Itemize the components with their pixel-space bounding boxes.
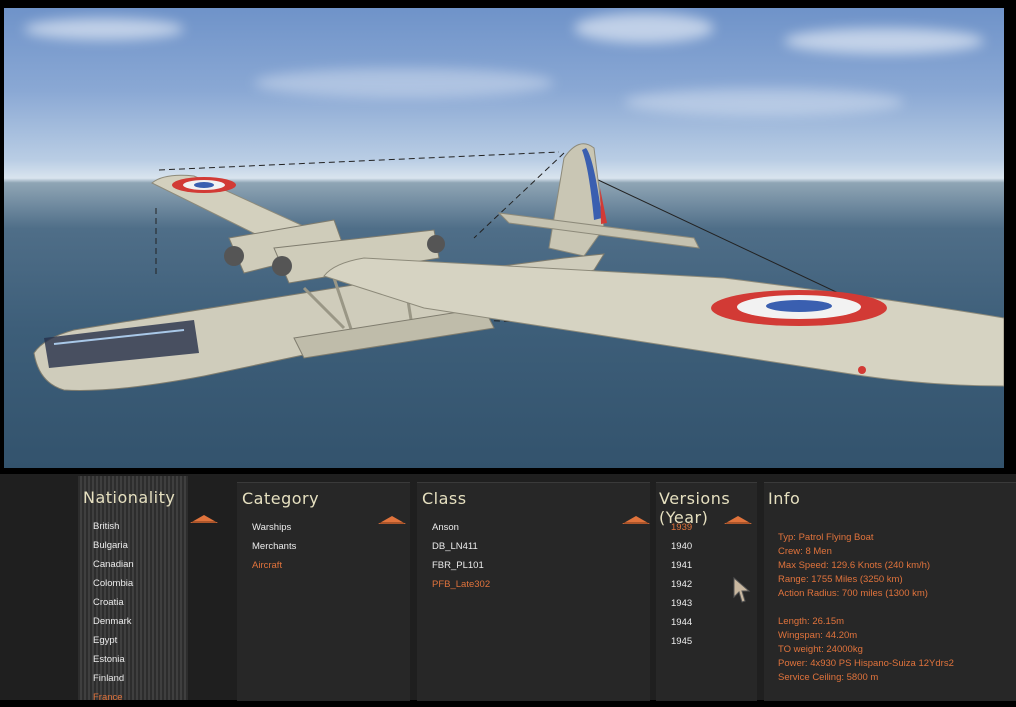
scroll-up-icon[interactable] — [622, 514, 650, 524]
info-wingspan: Wingspan: 44.20m — [778, 630, 858, 641]
nationality-item-croatia[interactable]: Croatia — [78, 593, 134, 612]
version-item-1940[interactable]: 1940 — [656, 537, 692, 556]
nationality-item-estonia[interactable]: Estonia — [78, 650, 134, 669]
scroll-up-icon[interactable] — [378, 514, 406, 524]
version-item-1941[interactable]: 1941 — [656, 556, 692, 575]
nationality-list: British Bulgaria Canadian Colombia Croat… — [78, 517, 134, 707]
info-type: Typ: Patrol Flying Boat — [778, 532, 874, 543]
version-item-1942[interactable]: 1942 — [656, 575, 692, 594]
info-max-speed: Max Speed: 129.6 Knots (240 km/h) — [778, 560, 931, 571]
nationality-item-colombia[interactable]: Colombia — [78, 574, 134, 593]
info-panel: Info Typ: Patrol Flying Boat Crew: 8 Men… — [764, 482, 1016, 701]
version-item-1944[interactable]: 1944 — [656, 613, 692, 632]
info-title: Info — [768, 489, 801, 508]
nationality-item-denmark[interactable]: Denmark — [78, 612, 134, 631]
scroll-up-icon[interactable] — [190, 513, 218, 523]
info-action-radius: Action Radius: 700 miles (1300 km) — [778, 588, 928, 599]
category-title: Category — [242, 489, 320, 508]
category-panel: Category Warships Merchants Aircraft — [237, 482, 410, 701]
info-crew: Crew: 8 Men — [778, 546, 832, 557]
info-to-weight: TO weight: 24000kg — [778, 644, 863, 655]
nationality-item-british[interactable]: British — [78, 517, 134, 536]
mouse-pointer-icon — [733, 577, 751, 603]
category-item-warships[interactable]: Warships — [237, 518, 296, 537]
class-item-anson[interactable]: Anson — [417, 518, 490, 537]
nationality-title: Nationality — [83, 488, 176, 507]
nationality-item-canadian[interactable]: Canadian — [78, 555, 134, 574]
versions-list: 1939 1940 1941 1942 1943 1944 1945 — [656, 518, 692, 651]
class-item-fbr-pl101[interactable]: FBR_PL101 — [417, 556, 490, 575]
nationality-item-france[interactable]: France — [78, 688, 134, 707]
info-range: Range: 1755 Miles (3250 km) — [778, 574, 903, 585]
class-title: Class — [422, 489, 467, 508]
scroll-up-icon[interactable] — [724, 514, 752, 524]
class-panel: Class Anson DB_LN411 FBR_PL101 PFB_Late3… — [417, 482, 650, 701]
info-length: Length: 26.15m — [778, 616, 845, 627]
nationality-panel: Nationality British Bulgaria Canadian Co… — [78, 482, 218, 703]
class-item-pfb-late302[interactable]: PFB_Late302 — [417, 575, 490, 594]
category-list: Warships Merchants Aircraft — [237, 518, 296, 575]
info-service-ceiling: Service Ceiling: 5800 m — [778, 672, 879, 683]
class-list: Anson DB_LN411 FBR_PL101 PFB_Late302 — [417, 518, 490, 594]
info-text: Typ: Patrol Flying Boat Crew: 8 Men Max … — [778, 531, 954, 685]
class-item-db-ln411[interactable]: DB_LN411 — [417, 537, 490, 556]
category-item-aircraft[interactable]: Aircraft — [237, 556, 296, 575]
nationality-item-finland[interactable]: Finland — [78, 669, 134, 688]
flying-boat-model — [33, 143, 1004, 391]
version-item-1945[interactable]: 1945 — [656, 632, 692, 651]
category-item-merchants[interactable]: Merchants — [237, 537, 296, 556]
nationality-item-egypt[interactable]: Egypt — [78, 631, 134, 650]
version-item-1939[interactable]: 1939 — [656, 518, 692, 537]
model-viewport[interactable] — [4, 8, 1004, 468]
version-item-1943[interactable]: 1943 — [656, 594, 692, 613]
info-power: Power: 4x930 PS Hispano-Suiza 12Ydrs2 — [778, 658, 954, 669]
nationality-item-bulgaria[interactable]: Bulgaria — [78, 536, 134, 555]
